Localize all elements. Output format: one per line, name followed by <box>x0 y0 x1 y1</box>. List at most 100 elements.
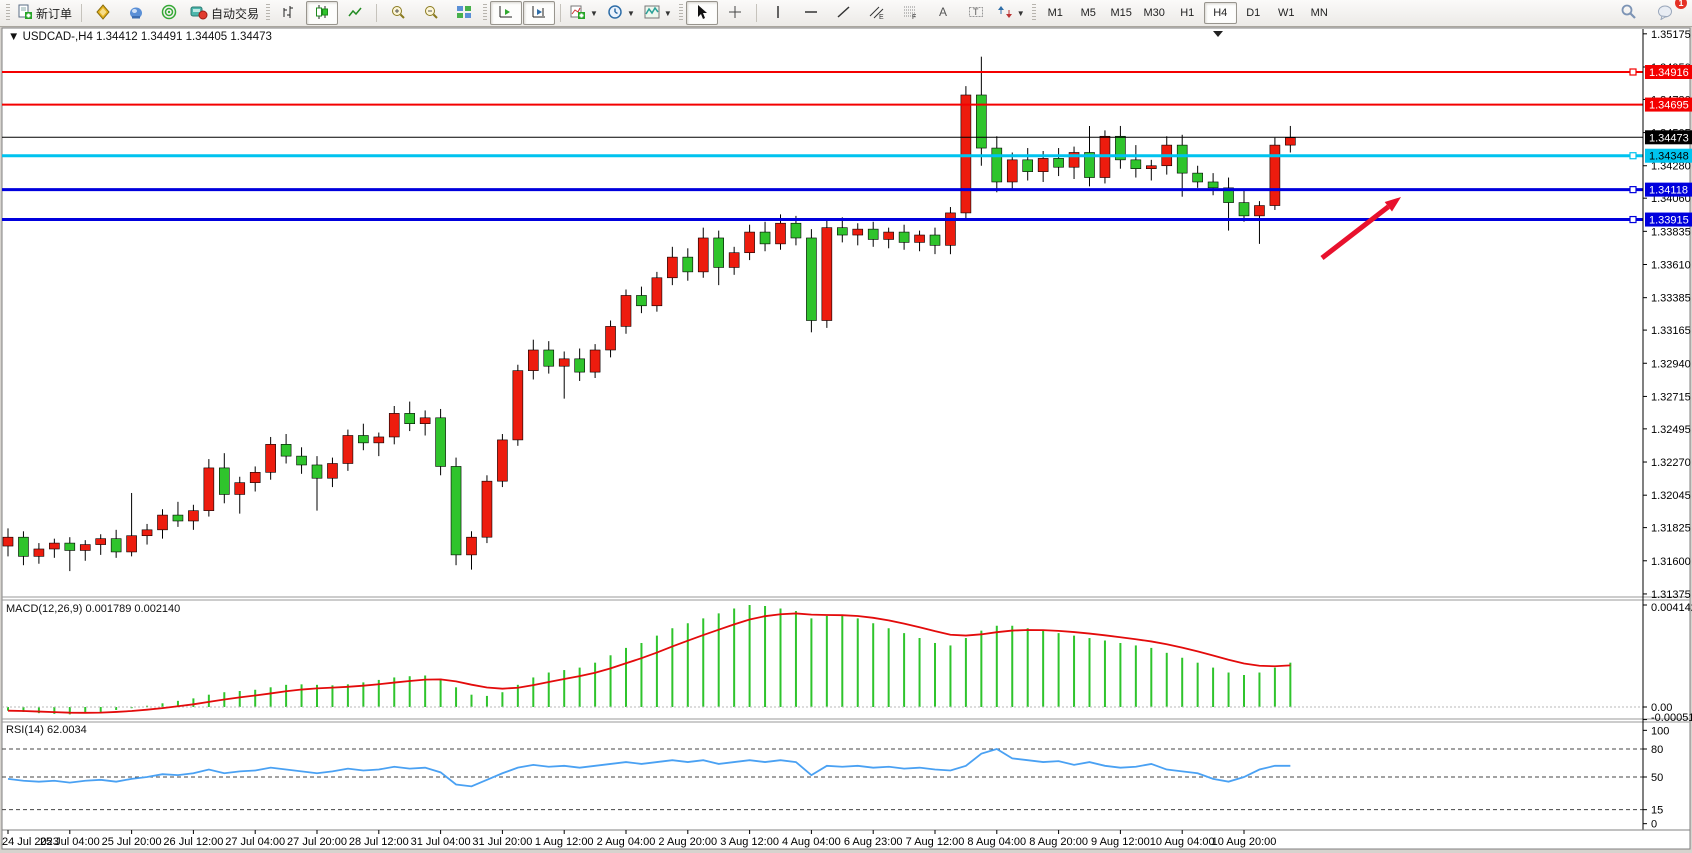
candle-bull <box>374 437 384 443</box>
terminal-button[interactable] <box>120 1 152 25</box>
hline-price-tag-label: 1.33915 <box>1649 215 1689 227</box>
trendline-button[interactable] <box>828 1 860 25</box>
hline-handle[interactable] <box>1630 217 1636 223</box>
text-button[interactable]: A <box>927 1 959 25</box>
candle-bear <box>1193 173 1203 182</box>
hline-price-tag-label: 1.34473 <box>1649 132 1689 144</box>
arrows-button[interactable]: ▼ <box>993 1 1029 25</box>
periods-button[interactable]: ▼ <box>603 1 639 25</box>
fibonacci-button[interactable]: F <box>894 1 926 25</box>
candle-bear <box>976 95 986 148</box>
candle-bear <box>1131 160 1141 169</box>
date-tick-label: 1 Aug 12:00 <box>535 836 594 848</box>
date-tick-label: 27 Jul 04:00 <box>225 836 285 848</box>
auto-trading-label: 自动交易 <box>211 5 259 22</box>
date-tick-label: 8 Aug 04:00 <box>967 836 1026 848</box>
price-tick-label: 1.33165 <box>1651 325 1691 337</box>
date-tick-label: 28 Jul 12:00 <box>349 836 409 848</box>
candle-bear <box>683 257 693 272</box>
market-watch-button[interactable] <box>87 1 119 25</box>
horizontal-line-button[interactable] <box>795 1 827 25</box>
candle-bear <box>173 515 183 521</box>
hline-handle[interactable] <box>1630 69 1636 75</box>
candle-bull <box>961 95 971 213</box>
timeframe-m15[interactable]: M15 <box>1105 2 1138 24</box>
candle-bull <box>745 232 755 253</box>
timeframe-h4[interactable]: H4 <box>1204 2 1237 24</box>
tile-windows-button[interactable] <box>448 1 480 25</box>
text-label-icon: T <box>968 4 984 23</box>
candle-bear <box>451 466 461 554</box>
candle-bull <box>497 440 507 481</box>
bar-chart-mode-button[interactable] <box>273 1 305 25</box>
compass-icon <box>95 4 111 23</box>
candlestick-mode-button[interactable] <box>306 1 338 25</box>
candle-bull <box>1254 206 1264 216</box>
zoom-in-button[interactable] <box>382 1 414 25</box>
chart-shift-button[interactable] <box>523 1 555 25</box>
candle-bull <box>621 295 631 326</box>
price-tick-label: 1.32495 <box>1651 424 1691 436</box>
candle-bull <box>467 537 477 555</box>
chart-window[interactable]: 1.351751.349501.347301.345051.342801.340… <box>0 27 1692 853</box>
candle-bear <box>219 468 229 495</box>
crosshair-button[interactable] <box>719 1 751 25</box>
date-tick-label: 9 Aug 12:00 <box>1091 836 1150 848</box>
timeframe-w1[interactable]: W1 <box>1270 2 1303 24</box>
text-label-button[interactable]: T <box>960 1 992 25</box>
rsi-axis-label: 0 <box>1651 819 1657 831</box>
hline-handle[interactable] <box>1630 153 1636 159</box>
toolbar-grip <box>483 4 487 22</box>
signals-button[interactable] <box>153 1 185 25</box>
timeframe-m5[interactable]: M5 <box>1072 2 1105 24</box>
timeframe-d1[interactable]: D1 <box>1237 2 1270 24</box>
channel-button[interactable]: E <box>861 1 893 25</box>
indicators-button[interactable]: ▼ <box>566 1 602 25</box>
chart-shift-icon <box>531 4 547 23</box>
cursor-button[interactable] <box>686 1 718 25</box>
candle-bull <box>1038 158 1048 171</box>
tile-windows-icon <box>456 4 472 23</box>
vertical-line-button[interactable] <box>762 1 794 25</box>
toolbar-separator <box>756 4 757 22</box>
candle-bull <box>250 472 260 482</box>
timeframe-m30[interactable]: M30 <box>1138 2 1171 24</box>
candle-bear <box>837 228 847 235</box>
timeframe-mn[interactable]: MN <box>1303 2 1336 24</box>
new-order-button[interactable]: 新订单 <box>13 1 76 25</box>
price-tick-label: 1.33610 <box>1651 260 1691 272</box>
timeframe-m1[interactable]: M1 <box>1039 2 1072 24</box>
timeframe-h1[interactable]: H1 <box>1171 2 1204 24</box>
auto-trading-button[interactable]: 自动交易 <box>186 1 263 25</box>
date-tick-label: 8 Aug 20:00 <box>1029 836 1088 848</box>
zoom-out-button[interactable] <box>415 1 447 25</box>
auto-trading-icon <box>190 4 208 23</box>
rsi-axis-label: 50 <box>1651 772 1663 784</box>
candle-bull <box>204 468 214 511</box>
indicators-icon <box>570 4 586 23</box>
candle-bear <box>65 543 75 550</box>
candle-bull <box>127 536 137 552</box>
line-chart-mode-button[interactable] <box>339 1 371 25</box>
candle-bull <box>698 238 708 272</box>
date-tick-label: 31 Jul 04:00 <box>411 836 471 848</box>
candle-bull <box>884 232 894 239</box>
candle-bull <box>590 350 600 372</box>
candle-bull <box>96 539 106 545</box>
chat-button[interactable]: 1 <box>1650 1 1682 25</box>
toolbar-grip <box>679 4 683 22</box>
price-tick-label: 1.31375 <box>1651 589 1691 601</box>
hline-handle[interactable] <box>1630 187 1636 193</box>
svg-text:E: E <box>879 14 884 20</box>
template-icon <box>644 4 660 23</box>
candle-bull <box>822 228 832 321</box>
auto-scroll-button[interactable] <box>490 1 522 25</box>
candle-bull <box>776 223 786 244</box>
rsi-axis-label: 15 <box>1651 805 1663 817</box>
templates-button[interactable]: ▼ <box>640 1 676 25</box>
svg-text:T: T <box>973 7 979 17</box>
date-tick-label: 6 Aug 23:00 <box>844 836 903 848</box>
search-button[interactable] <box>1612 1 1644 25</box>
cursor-arrow-icon <box>694 4 710 23</box>
candle-bull <box>158 515 168 530</box>
